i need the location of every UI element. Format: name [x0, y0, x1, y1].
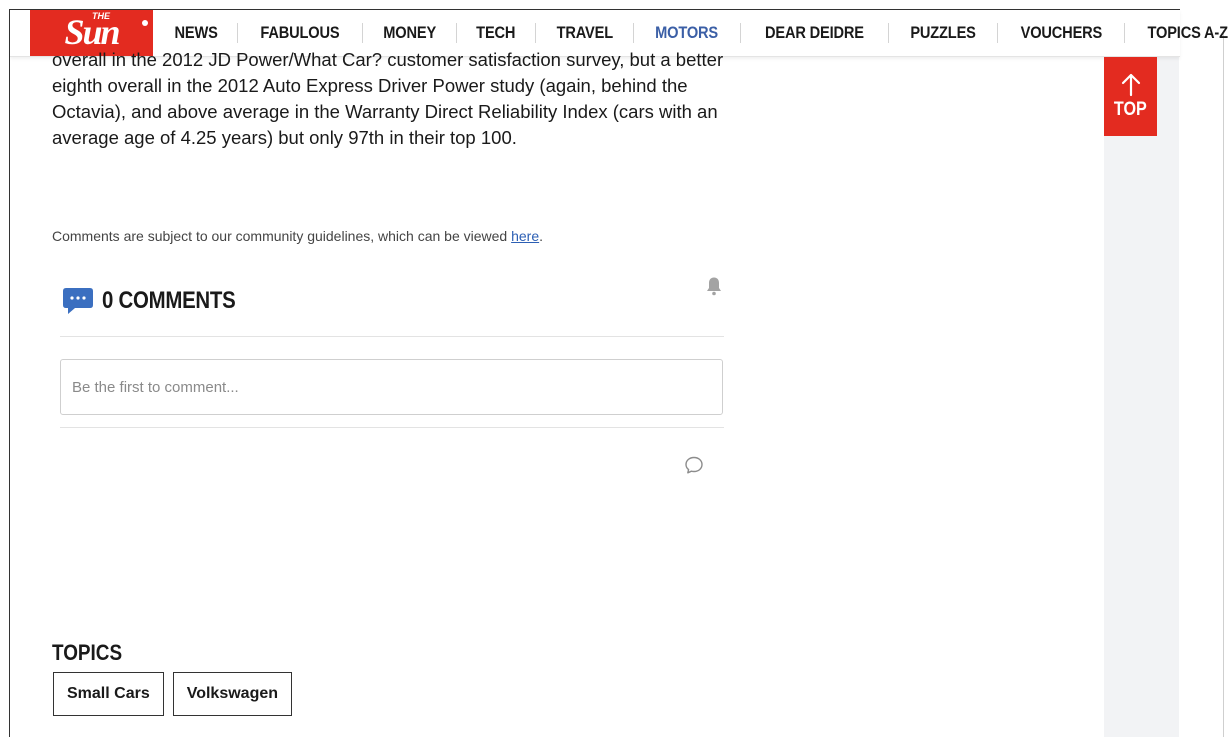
nav-divider: [739, 23, 741, 43]
chat-icon[interactable]: [684, 455, 704, 475]
topic-tag-small-cars[interactable]: Small Cars: [53, 672, 164, 716]
comments-divider: [60, 427, 724, 428]
back-to-top-label: TOP: [1114, 98, 1147, 120]
nav-divider: [1124, 23, 1126, 43]
window-border-right: [1223, 30, 1224, 737]
right-rail: [1104, 56, 1179, 737]
community-guidelines-note: Comments are subject to our community gu…: [52, 228, 543, 244]
guidelines-text: Comments are subject to our community gu…: [52, 228, 512, 244]
guidelines-end: .: [539, 228, 544, 244]
nav-item-money[interactable]: MONEY: [370, 23, 450, 43]
nav-divider: [996, 23, 998, 43]
nav-item-vouchers[interactable]: VOUCHERS: [1006, 23, 1115, 43]
comments-header: 0 COMMENTS: [62, 286, 259, 316]
topic-tags: Small Cars Volkswagen: [53, 672, 293, 716]
topics-title: TOPICS: [52, 640, 123, 665]
logo-sun-dot-icon: [142, 20, 148, 26]
topic-tag-volkswagen[interactable]: Volkswagen: [172, 672, 293, 716]
nav-item-motors[interactable]: MOTORS: [642, 23, 732, 43]
back-to-top-button[interactable]: TOP: [1104, 57, 1157, 136]
nav-divider: [534, 23, 536, 43]
nav-divider: [237, 23, 239, 43]
nav-divider: [633, 23, 635, 43]
nav-item-dear-deidre[interactable]: DEAR DEIDRE: [751, 23, 877, 43]
bell-icon[interactable]: [705, 276, 723, 296]
nav-item-puzzles[interactable]: PUZZLES: [896, 23, 989, 43]
nav-divider: [887, 23, 889, 43]
logo-the-text: THE: [92, 11, 110, 21]
comments-divider: [60, 336, 724, 337]
nav-item-news[interactable]: NEWS: [161, 23, 232, 43]
comments-count-title: 0 COMMENTS: [102, 287, 236, 314]
nav-item-fabulous[interactable]: FABULOUS: [247, 23, 354, 43]
comment-bubble-icon: [63, 288, 93, 314]
arrow-up-icon: [1121, 73, 1140, 96]
nav-item-travel[interactable]: TRAVEL: [543, 23, 627, 43]
nav-item-tech[interactable]: TECH: [463, 23, 530, 43]
guidelines-link[interactable]: here: [511, 228, 539, 244]
nav-divider: [456, 23, 458, 43]
window-border-left: [9, 9, 10, 737]
nav-divider: [362, 23, 364, 43]
nav-item-topics-a-z[interactable]: TOPICS A-Z: [1134, 23, 1228, 43]
comment-input[interactable]: [60, 359, 723, 415]
article-paragraph: overall in the 2012 JD Power/What Car? c…: [52, 49, 724, 148]
